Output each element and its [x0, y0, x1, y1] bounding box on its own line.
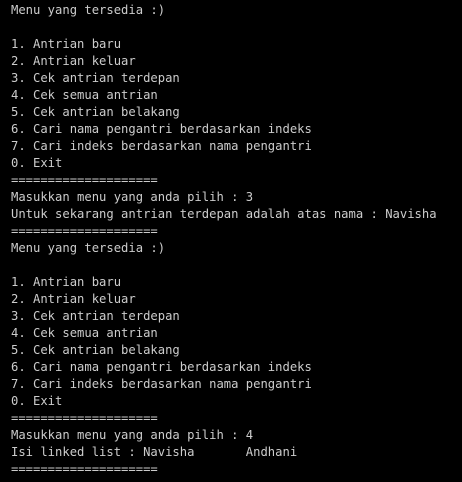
menu-input-prompt: Masukkan menu yang anda pilih : 4: [11, 428, 254, 442]
menu-option-6: 6. Cari nama pengantri berdasarkan indek…: [11, 122, 312, 136]
separator: ====================: [11, 462, 158, 476]
menu-option-2: 2. Antrian keluar: [11, 292, 136, 306]
menu-title: Menu yang tersedia :): [11, 241, 166, 255]
menu-option-5: 5. Cek antrian belakang: [11, 343, 180, 357]
separator: ====================: [11, 411, 158, 425]
menu-option-6: 6. Cari nama pengantri berdasarkan indek…: [11, 360, 312, 374]
menu-option-3: 3. Cek antrian terdepan: [11, 309, 180, 323]
menu-option-2: 2. Antrian keluar: [11, 54, 136, 68]
menu-input-prompt: Masukkan menu yang anda pilih : 3: [11, 190, 254, 204]
menu-option-4: 4. Cek semua antrian: [11, 326, 158, 340]
menu-option-1: 1. Antrian baru: [11, 275, 122, 289]
menu-option-3: 3. Cek antrian terdepan: [11, 71, 180, 85]
terminal-output[interactable]: Menu yang tersedia :) 1. Antrian baru 2.…: [0, 0, 462, 482]
separator: ====================: [11, 173, 158, 187]
output-linked-list: Isi linked list : Navisha Andhani: [11, 445, 298, 459]
menu-option-0: 0. Exit: [11, 394, 63, 408]
separator: ====================: [11, 224, 158, 238]
menu-option-7: 7. Cari indeks berdasarkan nama pengantr…: [11, 139, 312, 153]
menu-option-0: 0. Exit: [11, 156, 63, 170]
output-front-queue: Untuk sekarang antrian terdepan adalah a…: [11, 207, 437, 221]
menu-title: Menu yang tersedia :): [11, 3, 166, 17]
menu-option-4: 4. Cek semua antrian: [11, 88, 158, 102]
menu-option-1: 1. Antrian baru: [11, 37, 122, 51]
menu-option-7: 7. Cari indeks berdasarkan nama pengantr…: [11, 377, 312, 391]
menu-option-5: 5. Cek antrian belakang: [11, 105, 180, 119]
